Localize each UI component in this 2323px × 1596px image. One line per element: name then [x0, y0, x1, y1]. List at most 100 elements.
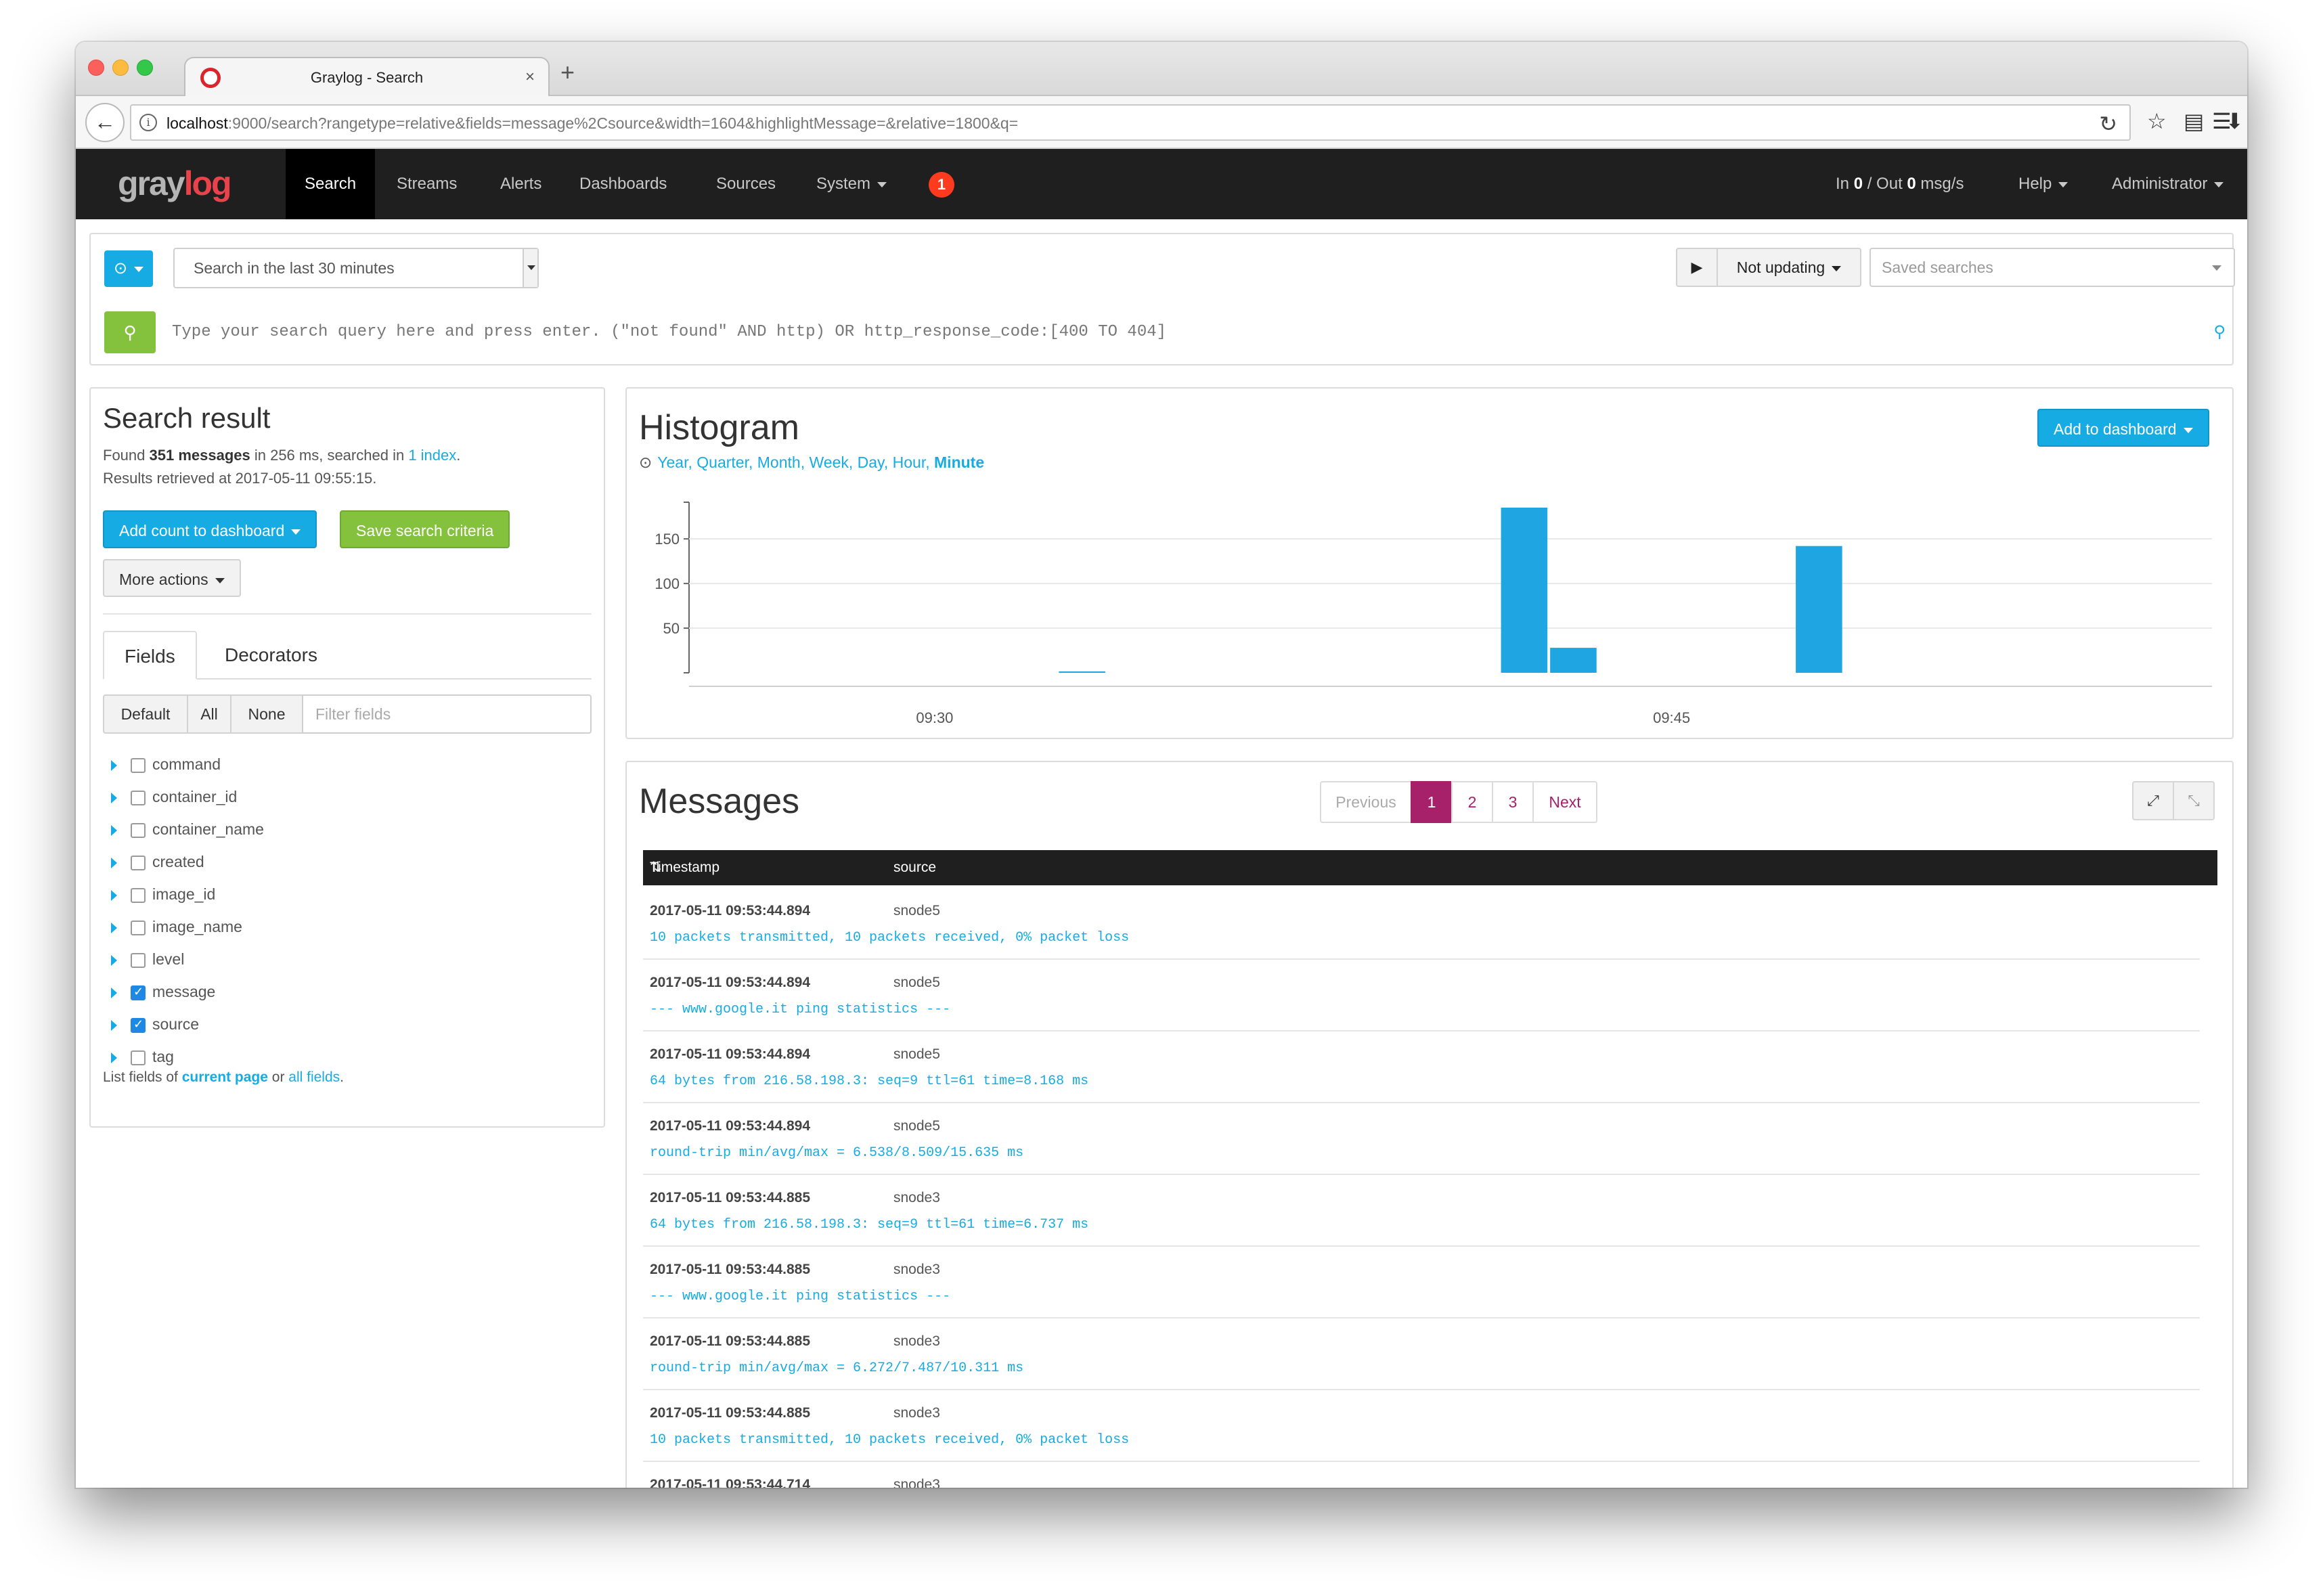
browser-menu-icon[interactable]: ☰	[2212, 108, 2232, 134]
tab-decorators[interactable]: Decorators	[204, 631, 338, 680]
expand-triangle-icon[interactable]	[111, 987, 117, 998]
expand-icon[interactable]: ⤢	[2132, 781, 2174, 820]
saved-searches-select[interactable]: Saved searches	[1870, 248, 2235, 287]
message-row[interactable]: 2017-05-11 09:53:44.885 snode3 10 packets …	[643, 1390, 2200, 1462]
field-item[interactable]: command	[111, 755, 221, 782]
nav-system[interactable]: System	[797, 149, 906, 219]
expand-triangle-icon[interactable]	[111, 922, 117, 933]
pagination-previous[interactable]: Previous	[1320, 781, 1412, 823]
message-row[interactable]: 2017-05-11 09:53:44.714 snode3	[643, 1462, 2200, 1488]
message-timestamp: 2017-05-11 09:53:44.894	[650, 975, 811, 990]
message-row[interactable]: 2017-05-11 09:53:44.894 snode5 --- www.goo…	[643, 960, 2200, 1032]
field-name: image_name	[152, 918, 242, 935]
expand-triangle-icon[interactable]	[111, 1052, 117, 1063]
filter-default-button[interactable]: Default	[103, 694, 188, 734]
filter-all-button[interactable]: All	[187, 694, 231, 734]
url-text: localhost:9000/search?rangetype=relative…	[167, 114, 1018, 133]
message-row[interactable]: 2017-05-11 09:53:44.885 snode3 --- www.goo…	[643, 1247, 2200, 1318]
close-tab-icon[interactable]: ×	[525, 68, 535, 87]
field-item[interactable]: container_id	[111, 788, 237, 815]
add-count-to-dashboard-button[interactable]: Add count to dashboard	[103, 510, 317, 548]
expand-triangle-icon[interactable]	[111, 857, 117, 868]
refresh-interval-dropdown[interactable]: Not updating	[1717, 248, 1861, 287]
field-checkbox[interactable]	[131, 757, 146, 773]
reload-icon[interactable]: ↻	[2099, 111, 2117, 137]
play-refresh-button[interactable]: ▶	[1676, 248, 1718, 287]
filter-fields-input[interactable]: Filter fields	[302, 694, 592, 734]
field-item[interactable]: container_name	[111, 820, 264, 847]
nav-help[interactable]: Help	[1999, 149, 2087, 219]
nav-search[interactable]: Search	[286, 149, 376, 219]
lightbulb-icon[interactable]: ⚲	[2213, 322, 2226, 342]
field-item[interactable]: source	[111, 1015, 199, 1042]
field-item[interactable]: image_id	[111, 885, 215, 912]
field-checkbox[interactable]	[131, 985, 146, 1000]
pagination-page-3[interactable]: 3	[1492, 781, 1534, 823]
histogram-panel: Histogram ⊙ Year, Quarter, Month, Week, D…	[625, 387, 2234, 739]
message-timestamp: 2017-05-11 09:53:44.894	[650, 903, 811, 918]
tab-fields[interactable]: Fields	[103, 631, 197, 680]
column-source[interactable]: source	[893, 850, 936, 885]
expand-triangle-icon[interactable]	[111, 759, 117, 771]
address-bar[interactable]: i localhost:9000/search?rangetype=relati…	[130, 104, 2131, 141]
field-checkbox[interactable]	[131, 920, 146, 935]
expand-triangle-icon[interactable]	[111, 824, 117, 836]
search-submit-button[interactable]: ⚲	[104, 311, 156, 353]
pagination-page-2[interactable]: 2	[1451, 781, 1493, 823]
expand-triangle-icon[interactable]	[111, 954, 117, 966]
expand-triangle-icon[interactable]	[111, 1019, 117, 1031]
graylog-logo[interactable]: graylog	[118, 164, 232, 203]
nav-user-menu[interactable]: Administrator	[2093, 149, 2242, 219]
field-checkbox[interactable]	[131, 790, 146, 805]
expand-triangle-icon[interactable]	[111, 792, 117, 803]
filter-none-button[interactable]: None	[230, 694, 303, 734]
new-tab-button[interactable]: +	[560, 58, 575, 87]
close-window-button[interactable]	[88, 60, 104, 76]
pagination-next[interactable]: Next	[1532, 781, 1597, 823]
current-page-link[interactable]: current page	[182, 1069, 268, 1085]
nav-sources[interactable]: Sources	[697, 149, 795, 219]
field-checkbox[interactable]	[131, 952, 146, 968]
field-checkbox[interactable]	[131, 1017, 146, 1033]
browser-tab[interactable]: Graylog - Search ×	[184, 57, 550, 97]
bookmark-star-icon[interactable]: ☆	[2147, 108, 2167, 134]
more-actions-button[interactable]: More actions	[103, 559, 241, 597]
nav-streams[interactable]: Streams	[378, 149, 476, 219]
field-checkbox[interactable]	[131, 822, 146, 838]
zoom-window-button[interactable]	[137, 60, 153, 76]
back-button[interactable]: ←	[85, 103, 125, 142]
message-row[interactable]: 2017-05-11 09:53:44.885 snode3 round-trip …	[643, 1318, 2200, 1390]
field-item[interactable]: image_name	[111, 918, 242, 945]
field-checkbox[interactable]	[131, 855, 146, 870]
message-row[interactable]: 2017-05-11 09:53:44.894 snode5 64 bytes fr…	[643, 1032, 2200, 1103]
field-item[interactable]: level	[111, 950, 184, 977]
time-range-select[interactable]: Search in the last 30 minutes	[173, 248, 539, 288]
search-query-input[interactable]: Type your search query here and press en…	[172, 314, 2189, 351]
range-type-button[interactable]: ⊙	[104, 250, 153, 287]
nav-dashboards[interactable]: Dashboards	[560, 149, 686, 219]
message-row[interactable]: 2017-05-11 09:53:44.894 snode5 10 packets …	[643, 888, 2200, 960]
messages-panel: Messages Previous 1 2 3 Next ⤢ ⤡ Timesta…	[625, 761, 2234, 1488]
field-checkbox[interactable]	[131, 1050, 146, 1065]
message-row[interactable]: 2017-05-11 09:53:44.885 snode3 64 bytes fr…	[643, 1175, 2200, 1247]
collapse-icon[interactable]: ⤡	[2173, 781, 2215, 820]
notification-badge[interactable]: 1	[929, 172, 954, 198]
pagination-page-1[interactable]: 1	[1411, 781, 1453, 823]
histogram-chart[interactable]: 50 100 150 09:30 09:45	[627, 389, 2232, 738]
sort-icon[interactable]: ⇅	[650, 850, 662, 885]
index-link[interactable]: 1 index	[408, 447, 456, 464]
field-item[interactable]: message	[111, 983, 215, 1010]
field-item[interactable]: created	[111, 853, 204, 880]
field-name: container_name	[152, 820, 264, 838]
save-search-criteria-button[interactable]: Save search criteria	[340, 510, 510, 548]
y-tick-label: 100	[655, 575, 680, 592]
expand-triangle-icon[interactable]	[111, 889, 117, 901]
all-fields-link[interactable]: all fields	[288, 1069, 340, 1085]
message-timestamp: 2017-05-11 09:53:44.894	[650, 1118, 811, 1134]
nav-alerts[interactable]: Alerts	[481, 149, 560, 219]
field-checkbox[interactable]	[131, 887, 146, 903]
info-icon[interactable]: i	[139, 114, 157, 131]
minimize-window-button[interactable]	[112, 60, 129, 76]
reading-list-icon[interactable]: ▤	[2184, 108, 2204, 134]
message-row[interactable]: 2017-05-11 09:53:44.894 snode5 round-trip …	[643, 1103, 2200, 1175]
